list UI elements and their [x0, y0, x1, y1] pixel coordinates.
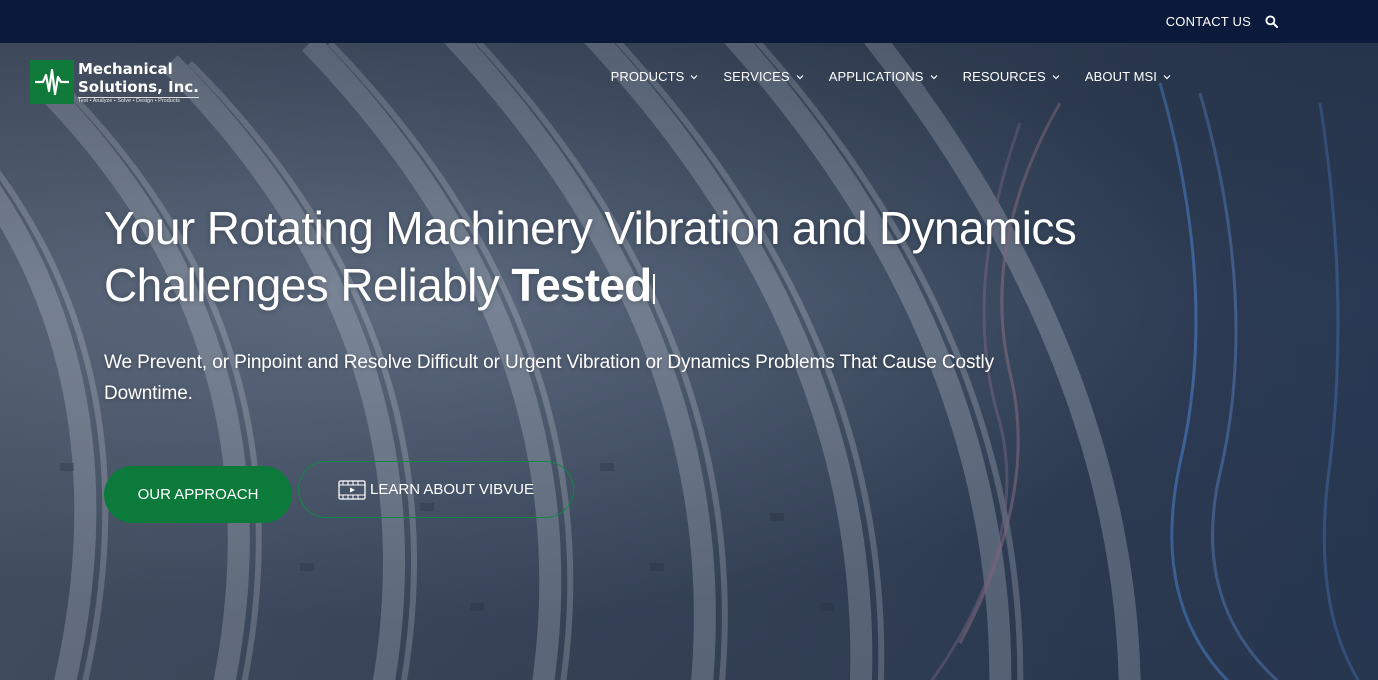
logo-mark [30, 60, 74, 105]
headline-line1: Your Rotating Machinery Vibration and Dy… [104, 202, 1077, 254]
nav-item-label: SERVICES [723, 69, 790, 84]
chevron-down-icon [1052, 74, 1060, 79]
nav-item-label: ABOUT MSI [1084, 69, 1157, 84]
logo-tagline: Test • Analyze • Solve • Design • Produc… [78, 97, 199, 105]
chevron-down-icon [930, 74, 938, 79]
nav-item-resources[interactable]: RESOURCES [963, 69, 1060, 84]
logo-name-line2: Solutions, Inc. [78, 78, 199, 96]
search-icon[interactable] [1265, 15, 1278, 28]
our-approach-button[interactable]: OUR APPROACH [104, 466, 292, 523]
headline-emphasis: Tested [511, 259, 652, 311]
hero-subheadline: We Prevent, or Pinpoint and Resolve Diff… [104, 352, 995, 404]
main-navigation: PRODUCTS SERVICES APPLICATIONS RESOURCES… [611, 69, 1171, 84]
chevron-down-icon [690, 74, 698, 79]
chevron-down-icon [796, 74, 804, 79]
video-icon [338, 479, 366, 500]
company-logo[interactable]: Mechanical Solutions, Inc. Test • Analyz… [30, 60, 199, 105]
nav-item-label: APPLICATIONS [828, 69, 924, 84]
top-utility-bar: CONTACT US [0, 0, 1378, 43]
nav-item-label: RESOURCES [962, 69, 1046, 84]
waveform-icon [35, 69, 69, 96]
learn-about-vibvue-button[interactable]: LEARN ABOUT VIBVUE [298, 461, 574, 518]
typing-caret [653, 274, 656, 304]
nav-item-services[interactable]: SERVICES [723, 69, 804, 84]
contact-us-link[interactable]: CONTACT US [1166, 14, 1251, 29]
headline-line2: Challenges Reliably [104, 259, 512, 311]
chevron-down-icon [1163, 74, 1171, 79]
nav-item-applications[interactable]: APPLICATIONS [829, 69, 938, 84]
learn-about-vibvue-label: LEARN ABOUT VIBVUE [370, 481, 534, 498]
nav-item-products[interactable]: PRODUCTS [611, 69, 699, 84]
hero-headline: Your Rotating Machinery Vibration and Dy… [104, 200, 1224, 314]
nav-item-about-msi[interactable]: ABOUT MSI [1085, 69, 1171, 84]
logo-name-line1: Mechanical [78, 60, 173, 78]
nav-item-label: PRODUCTS [610, 69, 685, 84]
